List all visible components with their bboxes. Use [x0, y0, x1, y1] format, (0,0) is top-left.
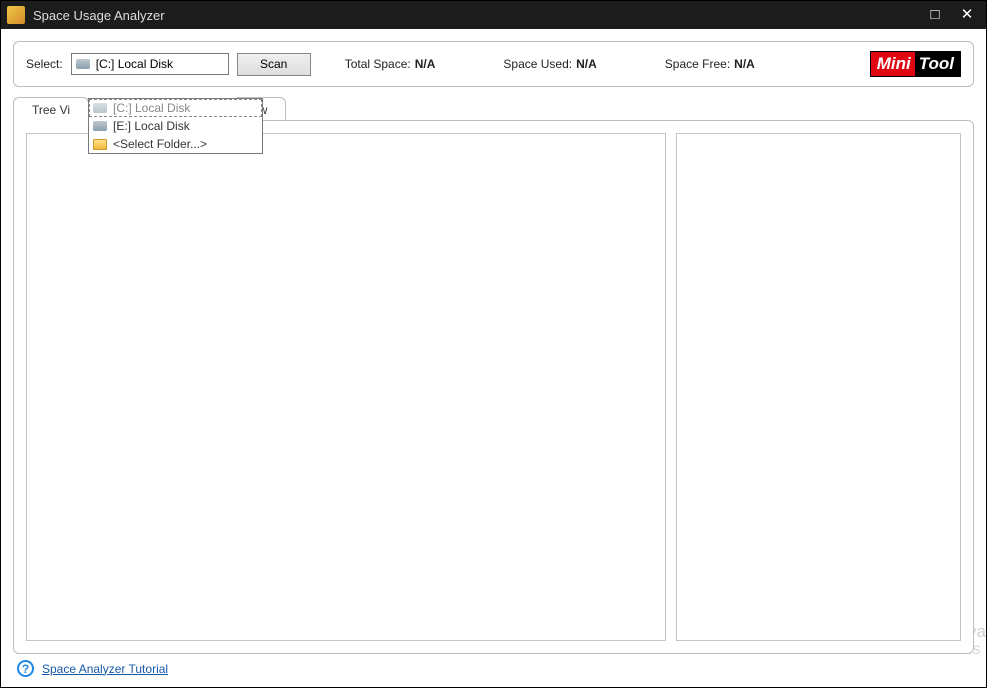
- close-button[interactable]: ✕: [958, 6, 976, 24]
- dropdown-item-e[interactable]: [E:] Local Disk: [89, 117, 262, 135]
- dropdown-item-label: [E:] Local Disk: [113, 119, 190, 133]
- disk-icon: [76, 59, 90, 69]
- window-title: Space Usage Analyzer: [33, 8, 926, 23]
- drive-dropdown: [C:] Local Disk [E:] Local Disk <Select …: [88, 98, 263, 154]
- drive-select[interactable]: [C:] Local Disk: [71, 53, 229, 75]
- tree-pane[interactable]: [26, 133, 666, 641]
- tab-tree-label: Tree Vi: [32, 103, 70, 117]
- app-icon: [7, 6, 25, 24]
- maximize-button[interactable]: □: [926, 6, 944, 24]
- select-label: Select:: [26, 57, 63, 71]
- space-used-value: N/A: [576, 57, 597, 71]
- space-free-label: Space Free:: [665, 57, 730, 71]
- app-window: Space Usage Analyzer □ ✕ Select: [C:] Lo…: [0, 0, 987, 688]
- space-free-value: N/A: [734, 57, 755, 71]
- tab-tree-view[interactable]: Tree Vi: [13, 97, 89, 121]
- space-used-label: Space Used:: [503, 57, 572, 71]
- help-icon[interactable]: ?: [17, 660, 34, 677]
- logo-mini: Mini: [871, 52, 915, 76]
- titlebar: Space Usage Analyzer □ ✕: [1, 1, 986, 29]
- disk-icon: [93, 103, 107, 113]
- total-space-label: Total Space:: [345, 57, 411, 71]
- window-controls: □ ✕: [926, 6, 980, 24]
- dropdown-item-select-folder[interactable]: <Select Folder...>: [89, 135, 262, 153]
- scan-button[interactable]: Scan: [237, 53, 311, 76]
- toolbar-panel: Select: [C:] Local Disk Scan Total Space…: [13, 41, 974, 87]
- total-space-value: N/A: [415, 57, 436, 71]
- total-space-stat: Total Space: N/A: [345, 57, 436, 71]
- footer: ? Space Analyzer Tutorial: [13, 654, 974, 679]
- detail-pane[interactable]: [676, 133, 961, 641]
- folder-icon: [93, 139, 107, 150]
- tutorial-link[interactable]: Space Analyzer Tutorial: [42, 662, 168, 676]
- logo-tool: Tool: [915, 52, 960, 76]
- drive-select-value: [C:] Local Disk: [96, 57, 173, 71]
- minitool-logo: Mini Tool: [870, 51, 961, 77]
- main-panels: [13, 120, 974, 654]
- space-free-stat: Space Free: N/A: [665, 57, 755, 71]
- dropdown-item-c[interactable]: [C:] Local Disk: [89, 99, 262, 117]
- dropdown-item-label: <Select Folder...>: [113, 137, 207, 151]
- dropdown-item-label: [C:] Local Disk: [113, 101, 190, 115]
- disk-icon: [93, 121, 107, 131]
- space-used-stat: Space Used: N/A: [503, 57, 596, 71]
